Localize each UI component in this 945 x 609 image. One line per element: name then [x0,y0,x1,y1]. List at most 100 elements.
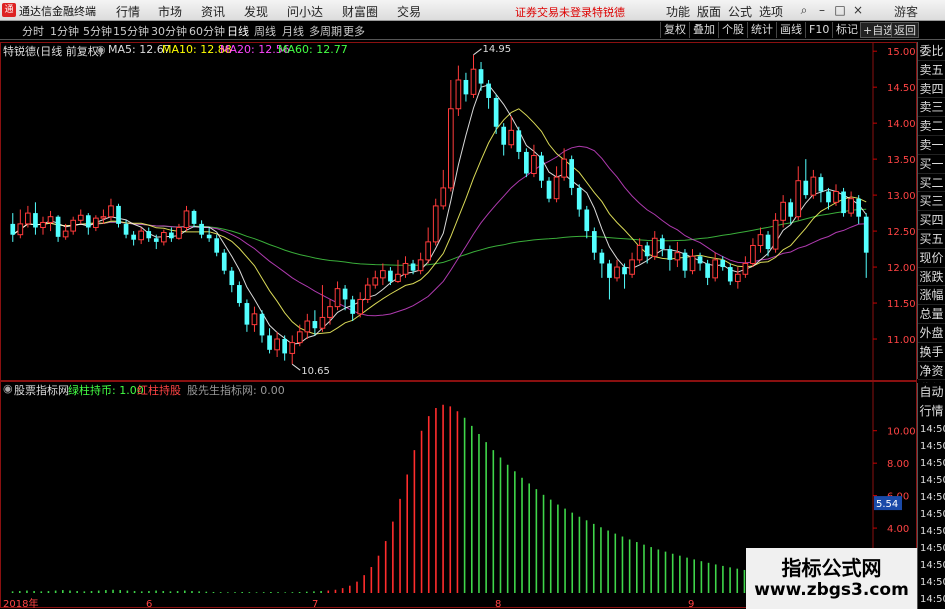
candle-body [682,252,688,271]
candle-body [636,244,643,261]
candle-body [282,339,288,354]
price-tick-label: 14.00 [887,119,916,130]
candle-body [169,232,174,239]
quote-field-label: 外盘 [918,324,945,343]
quote-field-label: 卖三 [918,98,945,118]
candle-body [312,321,318,329]
candle-body [100,216,107,219]
menu-item-wealth[interactable]: 财富圈 [342,3,378,20]
menu-item-news[interactable]: 资讯 [201,3,225,20]
period-monthly[interactable]: 月线 [282,23,304,39]
tool-stock[interactable]: 个股 [718,22,747,38]
tool-overlay[interactable]: 叠加 [689,22,718,38]
tool-restore-rights[interactable]: 复权 [660,22,689,38]
menu-item-quotes[interactable]: 行情 [116,3,140,20]
tool-mark[interactable]: 标记 [832,22,861,38]
period-multi[interactable]: 多周期 [309,23,342,39]
candle-body [116,205,121,224]
candle-body [432,205,439,243]
candle-body [440,187,447,207]
candle-body [856,198,862,217]
candle-body [402,262,409,275]
maximize-icon[interactable]: □ [832,2,848,18]
low-price-label: 10.65 [301,366,330,377]
candle-body [569,159,575,188]
tool-f10[interactable]: F10 [805,22,832,38]
high-pointer [473,48,482,56]
period-5min[interactable]: 5分钟 [83,23,112,39]
candle-body [493,97,499,127]
candlestick-chart[interactable]: 15.00 14.50 14.00 13.50 13.00 12.50 12.00 11.50… [0,42,917,381]
price-tick-label: 11.50 [887,299,916,310]
quote-field-label: 买二 [918,174,945,193]
candle-body [199,223,204,235]
tick-panel-tab[interactable]: 自动 [918,383,945,402]
menu-item-market[interactable]: 市场 [158,3,182,20]
candle-body [772,219,779,250]
candle-body [463,79,469,95]
candle-body [508,129,515,146]
candle-body [576,187,582,210]
candle-body [10,223,16,235]
tick-panel-tab[interactable]: 行情 [918,402,945,421]
candle-body [651,237,658,257]
price-tick-label: 12.50 [887,227,916,238]
tool-draw[interactable]: 画线 [776,22,805,38]
menu-bar: 通 通达信金融终端 行情 市场 资讯 发现 问小达 财富圈 交易 证券交易未登录… [0,0,945,21]
minimize-icon[interactable]: – [814,2,830,18]
close-icon[interactable]: × [850,2,866,18]
menu-item-discover[interactable]: 发现 [244,3,268,20]
candle-body [153,238,159,242]
candle-body [319,316,326,329]
period-1min[interactable]: 1分钟 [50,23,79,39]
candle-body [206,234,212,239]
candle-body [395,273,401,282]
back-button[interactable]: 返回 [891,22,919,38]
guest-label[interactable]: 游客 [894,3,918,20]
candle-body [757,234,764,246]
tick-time: 14:50 [920,543,945,554]
menu-item-trade[interactable]: 交易 [397,3,421,20]
candle-body [742,262,749,275]
period-daily[interactable]: 日线 [227,23,249,39]
quote-field-label: 涨幅 [918,286,945,306]
search-icon[interactable]: ⌕ [796,2,812,18]
candle-body [674,252,681,261]
period-30min[interactable]: 30分钟 [151,23,187,39]
ma10-line [12,108,867,335]
candle-body [644,245,650,257]
menu-options[interactable]: 选项 [759,3,783,20]
candle-body [131,234,136,240]
period-15min[interactable]: 15分钟 [113,23,149,39]
menu-function[interactable]: 功能 [666,3,690,20]
candle-body [138,230,145,241]
candle-body [841,191,846,214]
menu-layout[interactable]: 版面 [697,3,721,20]
x-axis-label: 6 [146,599,152,609]
tick-time: 14:50 [920,458,945,469]
candle-body [848,198,854,214]
period-60min[interactable]: 60分钟 [189,23,225,39]
candle-body [486,83,491,98]
candle-body [267,335,272,350]
candle-body [689,255,696,272]
sub-tick-label: 8.00 [887,459,909,470]
menu-item-ask[interactable]: 问小达 [287,3,323,20]
candle-body [191,210,197,224]
x-axis-label: 2018年 [3,597,38,609]
login-notice[interactable]: 证券交易未登录 [515,4,592,20]
candle-body [40,221,46,228]
candle-body [146,231,152,239]
period-timeshare[interactable]: 分时 [22,23,44,39]
candle-body [546,180,552,199]
quote-field-label: 卖二 [918,117,945,136]
candle-body [47,216,54,223]
low-pointer [291,363,301,371]
period-weekly[interactable]: 周线 [254,23,276,39]
tool-stats[interactable]: 统计 [747,22,776,38]
menu-formula[interactable]: 公式 [728,3,752,20]
period-toolbar: 分时 1分钟 5分钟 15分钟 30分钟 60分钟 日线 周线 月线 多周期 更… [0,21,945,40]
period-more[interactable]: 更多 [343,23,365,39]
candle-body [818,177,824,192]
quote-field-label: 现价 [918,249,945,268]
